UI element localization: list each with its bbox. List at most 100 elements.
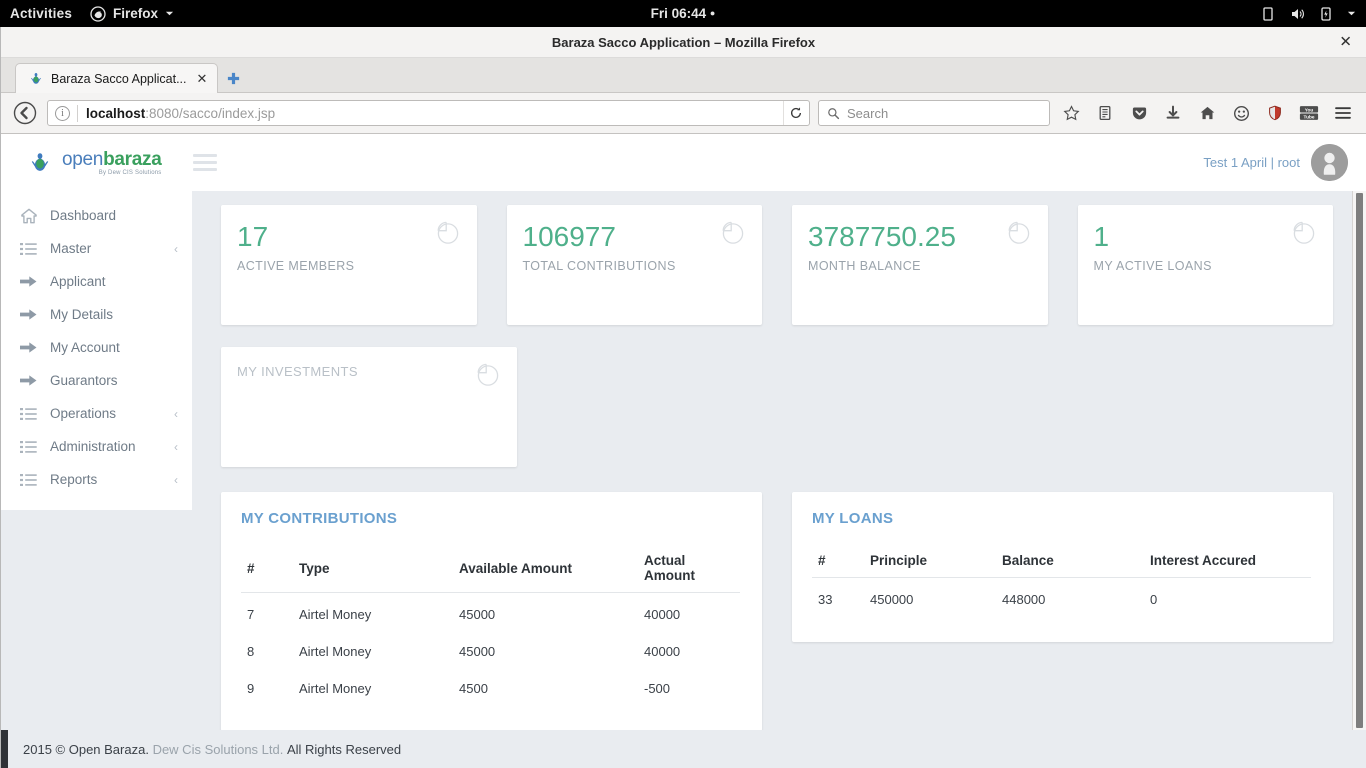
avatar[interactable] xyxy=(1311,144,1348,181)
url-host: localhost xyxy=(86,106,145,121)
cell-index: 7 xyxy=(241,593,293,634)
scrollbar-thumb[interactable] xyxy=(1356,193,1363,728)
reload-button[interactable] xyxy=(783,101,807,125)
shield-icon[interactable] xyxy=(1262,100,1288,126)
footer-accent-bar xyxy=(1,730,8,768)
cell-interest-accured: 0 xyxy=(1144,578,1311,619)
pocket-icon[interactable] xyxy=(1126,100,1152,126)
tables-row: MY CONTRIBUTIONS # Type Available Amount… xyxy=(221,492,1333,730)
pie-chart-icon xyxy=(435,220,460,250)
sidebar-item-label: Guarantors xyxy=(50,373,166,388)
search-bar[interactable]: Search xyxy=(818,100,1050,126)
logo-tagline: By Dew CIS Solutions xyxy=(62,170,161,176)
sidebar-item-administration[interactable]: Administration ‹ xyxy=(1,430,192,463)
column-header-principle: Principle xyxy=(864,553,996,578)
list-icon xyxy=(19,473,38,487)
sidebar-toggle-button[interactable] xyxy=(191,150,219,175)
logo-open-text: open xyxy=(62,149,103,170)
footer-rights: All Rights Reserved xyxy=(287,742,401,757)
pie-chart-icon xyxy=(1006,220,1031,250)
stat-card-my-investments[interactable]: MY INVESTMENTS xyxy=(221,347,517,467)
home-icon[interactable] xyxy=(1194,100,1220,126)
stat-card-month-balance[interactable]: 3787750.25 MONTH BALANCE xyxy=(792,205,1048,325)
url-separator xyxy=(77,105,78,122)
search-input[interactable]: Search xyxy=(847,106,888,121)
sidebar-item-label: Master xyxy=(50,241,162,256)
chevron-left-icon: ‹ xyxy=(174,473,178,487)
library-icon[interactable] xyxy=(1092,100,1118,126)
os-top-bar: Activities Firefox Fri 06:44 ● xyxy=(0,0,1366,27)
hamburger-bar xyxy=(193,161,217,164)
os-clock[interactable]: Fri 06:44 ● xyxy=(0,6,1366,21)
sidebar-item-label: Operations xyxy=(50,406,162,421)
table-row[interactable]: 9 Airtel Money 4500 -500 xyxy=(241,670,740,707)
table-row[interactable]: 33 450000 448000 0 xyxy=(812,578,1311,619)
list-icon xyxy=(19,440,38,454)
smiley-icon[interactable] xyxy=(1228,100,1254,126)
cell-index: 33 xyxy=(812,578,864,619)
youtube-icon[interactable]: You Tube xyxy=(1296,100,1322,126)
activities-button[interactable]: Activities xyxy=(10,6,72,21)
browser-tab[interactable]: Baraza Sacco Applicat... ✕ xyxy=(15,63,218,93)
hamburger-bar xyxy=(193,154,217,157)
arrow-right-icon xyxy=(19,275,38,288)
sidebar-item-guarantors[interactable]: Guarantors xyxy=(1,364,192,397)
downloads-icon[interactable] xyxy=(1160,100,1186,126)
sidebar-item-my-account[interactable]: My Account xyxy=(1,331,192,364)
site-info-icon[interactable]: i xyxy=(55,106,70,121)
bookmark-star-icon[interactable] xyxy=(1058,100,1084,126)
chevron-down-icon[interactable] xyxy=(1347,9,1356,18)
os-top-bar-left: Activities Firefox xyxy=(0,6,174,22)
panel-title: MY LOANS xyxy=(812,510,1311,527)
svg-text:You: You xyxy=(1305,107,1314,113)
cell-actual-amount: 40000 xyxy=(638,593,740,634)
back-button[interactable] xyxy=(11,99,39,127)
table-row[interactable]: 8 Airtel Money 45000 40000 xyxy=(241,633,740,670)
stat-card-active-members[interactable]: 17 ACTIVE MEMBERS xyxy=(221,205,477,325)
firefox-icon xyxy=(90,6,106,22)
app-logo[interactable]: openbaraza By Dew CIS Solutions xyxy=(27,150,161,176)
footer-copyright: 2015 © Open Baraza. xyxy=(23,742,149,757)
baraza-logo-icon xyxy=(27,150,53,176)
cell-actual-amount: -500 xyxy=(638,670,740,707)
pie-chart-icon xyxy=(1291,220,1316,250)
sidebar-item-operations[interactable]: Operations ‹ xyxy=(1,397,192,430)
user-name-label[interactable]: Test 1 April | root xyxy=(1203,155,1300,170)
cell-type: Airtel Money xyxy=(293,593,453,634)
os-status-area[interactable] xyxy=(1260,6,1366,22)
footer-company-link[interactable]: Dew Cis Solutions Ltd. xyxy=(153,742,284,757)
cell-balance: 448000 xyxy=(996,578,1144,619)
reload-icon xyxy=(789,106,803,120)
loans-table: # Principle Balance Interest Accured 33 … xyxy=(812,553,1311,618)
tab-close-icon[interactable]: ✕ xyxy=(194,71,208,87)
url-path: :8080/sacco/index.jsp xyxy=(145,106,275,121)
chevron-down-icon xyxy=(165,9,174,18)
stat-card-my-active-loans[interactable]: 1 MY ACTIVE LOANS xyxy=(1078,205,1334,325)
firefox-window: Baraza Sacco Application – Mozilla Firef… xyxy=(0,27,1366,768)
cell-available-amount: 4500 xyxy=(453,670,638,707)
my-contributions-panel: MY CONTRIBUTIONS # Type Available Amount… xyxy=(221,492,762,730)
sidebar-item-applicant[interactable]: Applicant xyxy=(1,265,192,298)
table-row[interactable]: 7 Airtel Money 45000 40000 xyxy=(241,593,740,634)
sidebar-item-reports[interactable]: Reports ‹ xyxy=(1,463,192,496)
battery-icon[interactable] xyxy=(1318,6,1334,22)
home-icon xyxy=(19,207,38,225)
volume-icon[interactable] xyxy=(1289,6,1305,22)
cell-available-amount: 45000 xyxy=(453,633,638,670)
sidebar-item-master[interactable]: Master ‹ xyxy=(1,232,192,265)
stat-value: 106977 xyxy=(523,222,745,251)
url-bar[interactable]: i localhost:8080/sacco/index.jsp xyxy=(47,100,810,126)
screen-icon[interactable] xyxy=(1260,6,1276,22)
new-tab-button[interactable] xyxy=(218,63,248,93)
sidebar-item-label: Reports xyxy=(50,472,162,487)
window-close-button[interactable]: ✕ xyxy=(1339,35,1352,50)
menu-icon[interactable] xyxy=(1330,100,1356,126)
sidebar-item-label: My Details xyxy=(50,307,166,322)
app-menu-firefox[interactable]: Firefox xyxy=(90,6,174,22)
stat-card-total-contributions[interactable]: 106977 TOTAL CONTRIBUTIONS xyxy=(507,205,763,325)
sidebar-item-label: Dashboard xyxy=(50,208,166,223)
sidebar-item-dashboard[interactable]: Dashboard xyxy=(1,199,192,232)
sidebar-item-my-details[interactable]: My Details xyxy=(1,298,192,331)
page-body: Dashboard Master ‹ Applicant xyxy=(1,191,1366,730)
page-scrollbar[interactable] xyxy=(1352,191,1366,730)
